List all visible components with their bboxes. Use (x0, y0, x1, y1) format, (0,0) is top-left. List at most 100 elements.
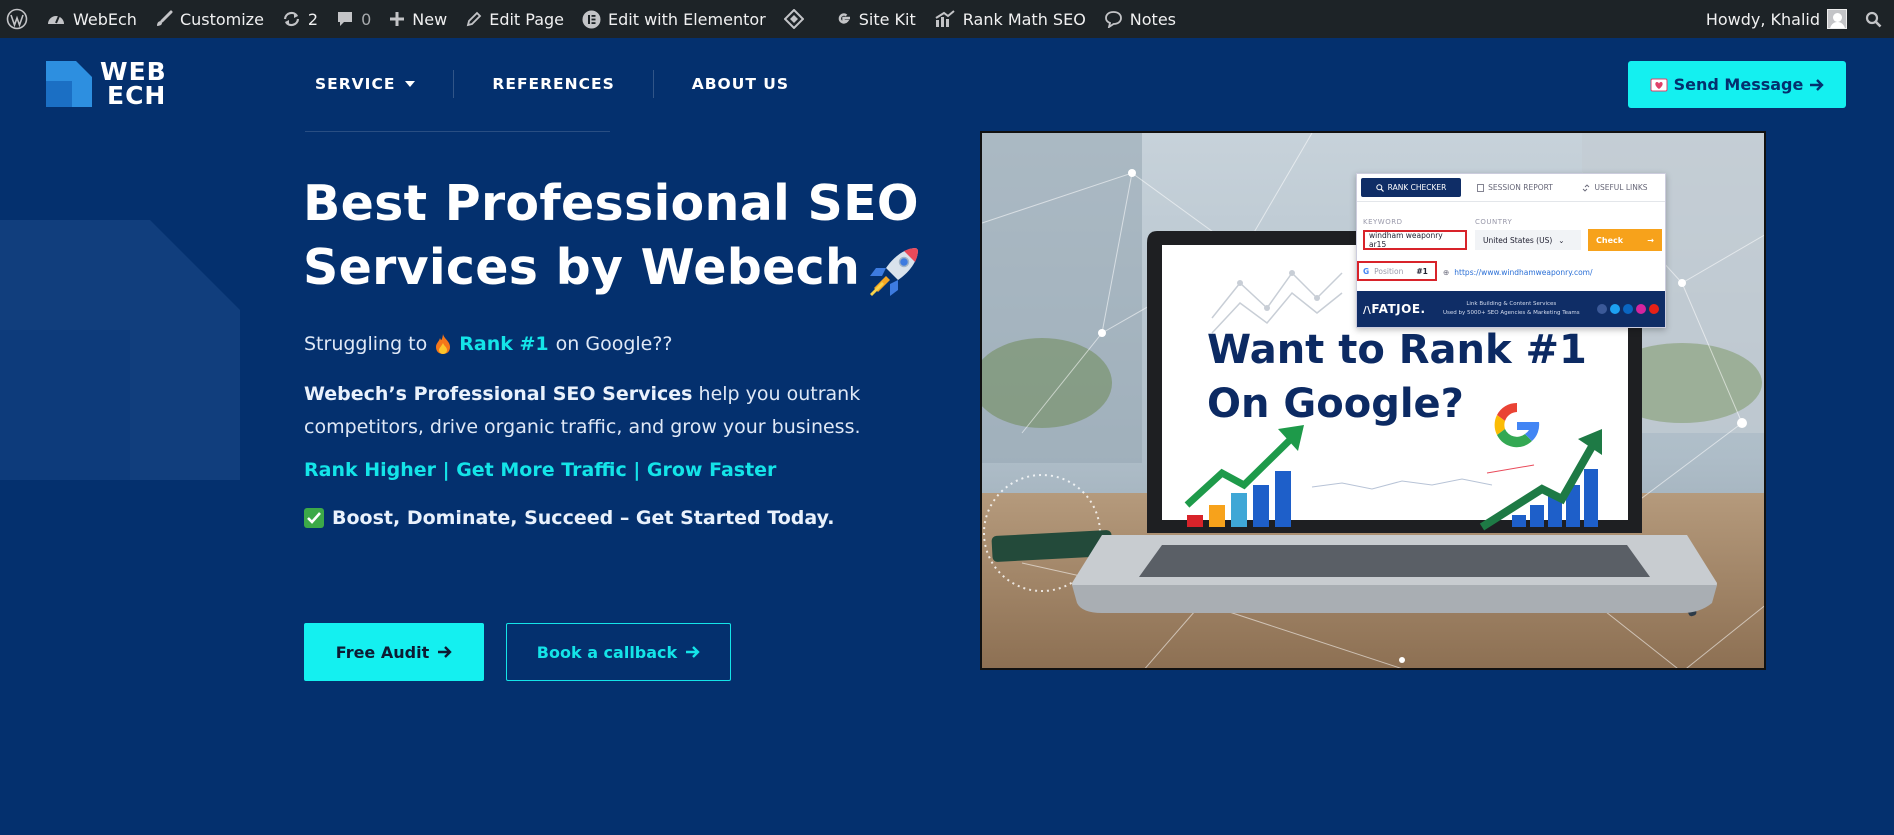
arrow-right-icon (1810, 78, 1825, 91)
hero-illustration: Want to Rank #1 On Google? RANK CHECKER … (980, 131, 1766, 670)
site-kit-menu[interactable]: Site Kit (813, 0, 925, 38)
linkedin-icon (1623, 304, 1633, 314)
free-audit-label: Free Audit (335, 642, 430, 662)
link-icon (1583, 183, 1590, 192)
arrow-right-icon: → (1647, 235, 1654, 245)
arrow-right-icon (686, 646, 700, 658)
comments-link[interactable]: 0 (327, 0, 380, 38)
hero-title: Best Professional SEO Services by Webech (303, 172, 963, 300)
rank-math-icon (935, 10, 955, 27)
rocket-icon (870, 247, 919, 296)
edit-page-label: Edit Page (489, 9, 565, 29)
country-label: COUNTRY (1475, 218, 1513, 226)
hero-subtitle: Struggling to Rank #1 on Google?? (304, 333, 673, 355)
wp-admin-bar: WebEch Customize 2 0 New Edit Page Edit … (0, 0, 1894, 38)
notes-label: Notes (1129, 9, 1176, 29)
dashboard-icon (48, 15, 64, 24)
fatjoe-brand: /\FATJOE. (1363, 302, 1426, 316)
tab-session-report-label: SESSION REPORT (1488, 183, 1553, 192)
book-callback-button[interactable]: Book a callback (506, 623, 731, 681)
main-nav: SERVICE REFERENCES ABOUT US (315, 70, 827, 98)
search-icon (1865, 11, 1882, 27)
speech-bubble-icon (1104, 11, 1122, 28)
elementor-icon (582, 10, 601, 28)
country-select: United States (US) ⌄ (1475, 230, 1581, 250)
fatjoe-brand-label: FATJOE. (1371, 302, 1426, 316)
twitter-icon (1610, 304, 1620, 314)
updates-link[interactable]: 2 (273, 0, 327, 38)
fire-icon (436, 334, 451, 354)
site-logo[interactable]: WEB ECH (46, 59, 167, 110)
customize-label: Customize (179, 9, 264, 29)
country-value: United States (US) (1483, 235, 1553, 245)
tab-useful-links-label: USEFUL LINKS (1594, 183, 1648, 192)
rank-math-label: Rank Math SEO (962, 9, 1086, 29)
my-account-menu[interactable]: Howdy, Khalid (1697, 0, 1856, 38)
edit-page-link[interactable]: Edit Page (456, 0, 573, 38)
keyword-field: windham weaponry ar15 (1363, 230, 1467, 250)
keyword-label: KEYWORD (1363, 218, 1403, 226)
position-value: #1 (1416, 266, 1428, 276)
site-name: WebEch (73, 9, 137, 29)
wordpress-icon (6, 8, 28, 30)
search-icon (1375, 183, 1384, 192)
footer-line-1: Link Building & Content Services (1466, 301, 1557, 307)
edit-elementor-link[interactable]: Edit with Elementor (573, 0, 775, 38)
plugin-diamond-menu[interactable] (775, 0, 813, 38)
new-content-menu[interactable]: New (380, 0, 456, 38)
hero-description: Webech’s Professional SEO Services help … (304, 378, 904, 444)
widget-footer: /\FATJOE. Link Building & Content Servic… (1357, 291, 1665, 327)
plus-icon (390, 12, 405, 26)
hero-description-bold: Webech’s Professional SEO Services (304, 383, 693, 405)
nav-underline-divider (305, 131, 610, 132)
check-label: Check (1596, 235, 1624, 245)
book-callback-label: Book a callback (536, 642, 678, 662)
edit-elementor-label: Edit with Elementor (608, 9, 766, 29)
position-label: Position (1374, 266, 1404, 276)
heart-envelope-icon (1650, 78, 1668, 91)
tab-rank-checker-label: RANK CHECKER (1387, 183, 1447, 192)
howdy-label: Howdy, Khalid (1705, 9, 1820, 29)
wp-logo-menu[interactable] (0, 0, 37, 38)
hero-subtitle-before: Struggling to (304, 333, 428, 355)
result-url-text: https://www.windhamweaponry.com/ (1454, 268, 1593, 277)
image-headline-line-2: On Google? (1207, 381, 1464, 427)
comment-icon (338, 12, 353, 26)
comments-count: 0 (361, 9, 372, 29)
chevron-down-icon: ⌄ (1558, 235, 1565, 245)
send-message-label: Send Message (1673, 75, 1804, 94)
site-name-menu[interactable]: WebEch (37, 0, 146, 38)
nav-item-references[interactable]: REFERENCES (454, 70, 652, 98)
tab-session-report: SESSION REPORT (1465, 174, 1565, 201)
nav-item-about-us[interactable]: ABOUT US (654, 70, 827, 98)
nav-service-label: SERVICE (315, 75, 396, 93)
avatar (1827, 9, 1847, 29)
send-message-button[interactable]: Send Message (1628, 61, 1846, 108)
diamond-icon (783, 9, 804, 29)
hero-cta-label: Boost, Dominate, Succeed – Get Started T… (332, 507, 835, 529)
caret-down-icon (405, 81, 416, 87)
checkmark-icon (304, 508, 324, 528)
customize-link[interactable]: Customize (146, 0, 273, 38)
nav-item-service[interactable]: SERVICE (315, 70, 453, 98)
document-icon (1477, 183, 1485, 192)
google-g-icon: G (1363, 266, 1370, 276)
free-audit-button[interactable]: Free Audit (304, 623, 484, 681)
logo-line-2: ECH (107, 81, 167, 110)
google-g-icon (838, 12, 850, 24)
notes-menu[interactable]: Notes (1095, 0, 1185, 38)
hero-cta-text: Boost, Dominate, Succeed – Get Started T… (304, 507, 834, 529)
youtube-icon (1649, 304, 1659, 314)
brush-icon (156, 10, 173, 26)
background-logo-shape (0, 220, 240, 480)
hero-tagline: Rank Higher | Get More Traffic | Grow Fa… (304, 459, 777, 481)
admin-search[interactable] (1856, 0, 1894, 38)
hero-subtitle-highlight: Rank #1 (459, 333, 549, 355)
refresh-icon (283, 11, 300, 27)
updates-count: 2 (307, 9, 319, 29)
site-kit-label: Site Kit (858, 9, 916, 29)
position-field: G Position #1 (1357, 261, 1437, 281)
rank-math-menu[interactable]: Rank Math SEO (925, 0, 1095, 38)
image-headline-line-1: Want to Rank #1 (1207, 327, 1587, 373)
check-button: Check → (1588, 229, 1662, 251)
